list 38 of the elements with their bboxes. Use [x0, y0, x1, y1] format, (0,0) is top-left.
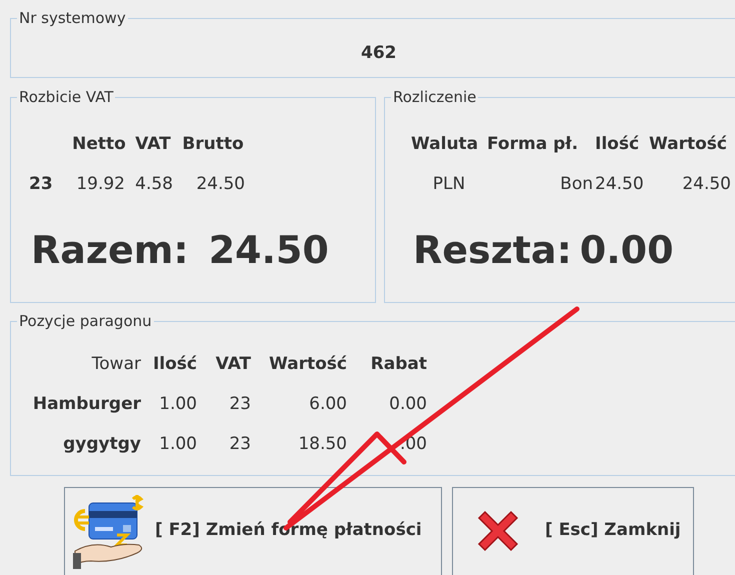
table-cell-text: 24.50 — [195, 174, 246, 194]
card-in-hand-icon — [73, 493, 145, 569]
column-header: Waluta — [411, 134, 480, 154]
column-header: Towar — [90, 354, 142, 374]
total-label: Razem: — [31, 228, 189, 272]
column-header: VAT — [134, 134, 172, 154]
column-header: Rabat — [370, 354, 428, 374]
table-cell-text: 24.50 — [595, 174, 645, 194]
table-cell-text: 23 — [228, 434, 252, 454]
table-cell-text: 1.00 — [158, 434, 198, 454]
change-label: Reszta: — [413, 228, 572, 272]
table-cell-text: 24.50 — [681, 174, 732, 194]
table-cell-text: PLN — [432, 174, 466, 194]
column-header: Ilość — [595, 134, 640, 154]
table-cell-text: 4.58 — [134, 174, 174, 194]
column-header: Brutto — [181, 134, 245, 154]
close-button[interactable]: [ Esc] Zamknij — [452, 487, 694, 575]
column-header: Forma pł. — [487, 134, 580, 154]
payment-method-button[interactable]: [ F2] Zmień formę płatności — [64, 487, 442, 575]
table-cell-text: 1.00 — [158, 394, 198, 414]
table-cell-text: Bon — [559, 174, 594, 194]
table-cell-text: 18.50 — [297, 434, 348, 454]
column-header: Wartość — [649, 134, 728, 154]
system-number-value: 462 — [361, 42, 396, 65]
table-cell-text: .00 — [398, 434, 428, 454]
product-name: gygytgy — [62, 434, 142, 454]
column-header: Wartość — [268, 354, 348, 374]
table-cell-text: 6.00 — [308, 394, 348, 414]
table-cell-text: 23 — [228, 394, 252, 414]
column-header: Netto — [71, 134, 127, 154]
vat-rate: 23 — [29, 174, 54, 194]
column-header: VAT — [214, 354, 252, 374]
table-cell-text: 0.00 — [388, 394, 428, 414]
column-header: Ilość — [152, 354, 198, 374]
product-name: Hamburger — [32, 394, 142, 414]
change-value: 0.00 — [580, 228, 674, 272]
total-value: 24.50 — [208, 228, 329, 272]
table-cell-text: 19.92 — [75, 174, 126, 194]
